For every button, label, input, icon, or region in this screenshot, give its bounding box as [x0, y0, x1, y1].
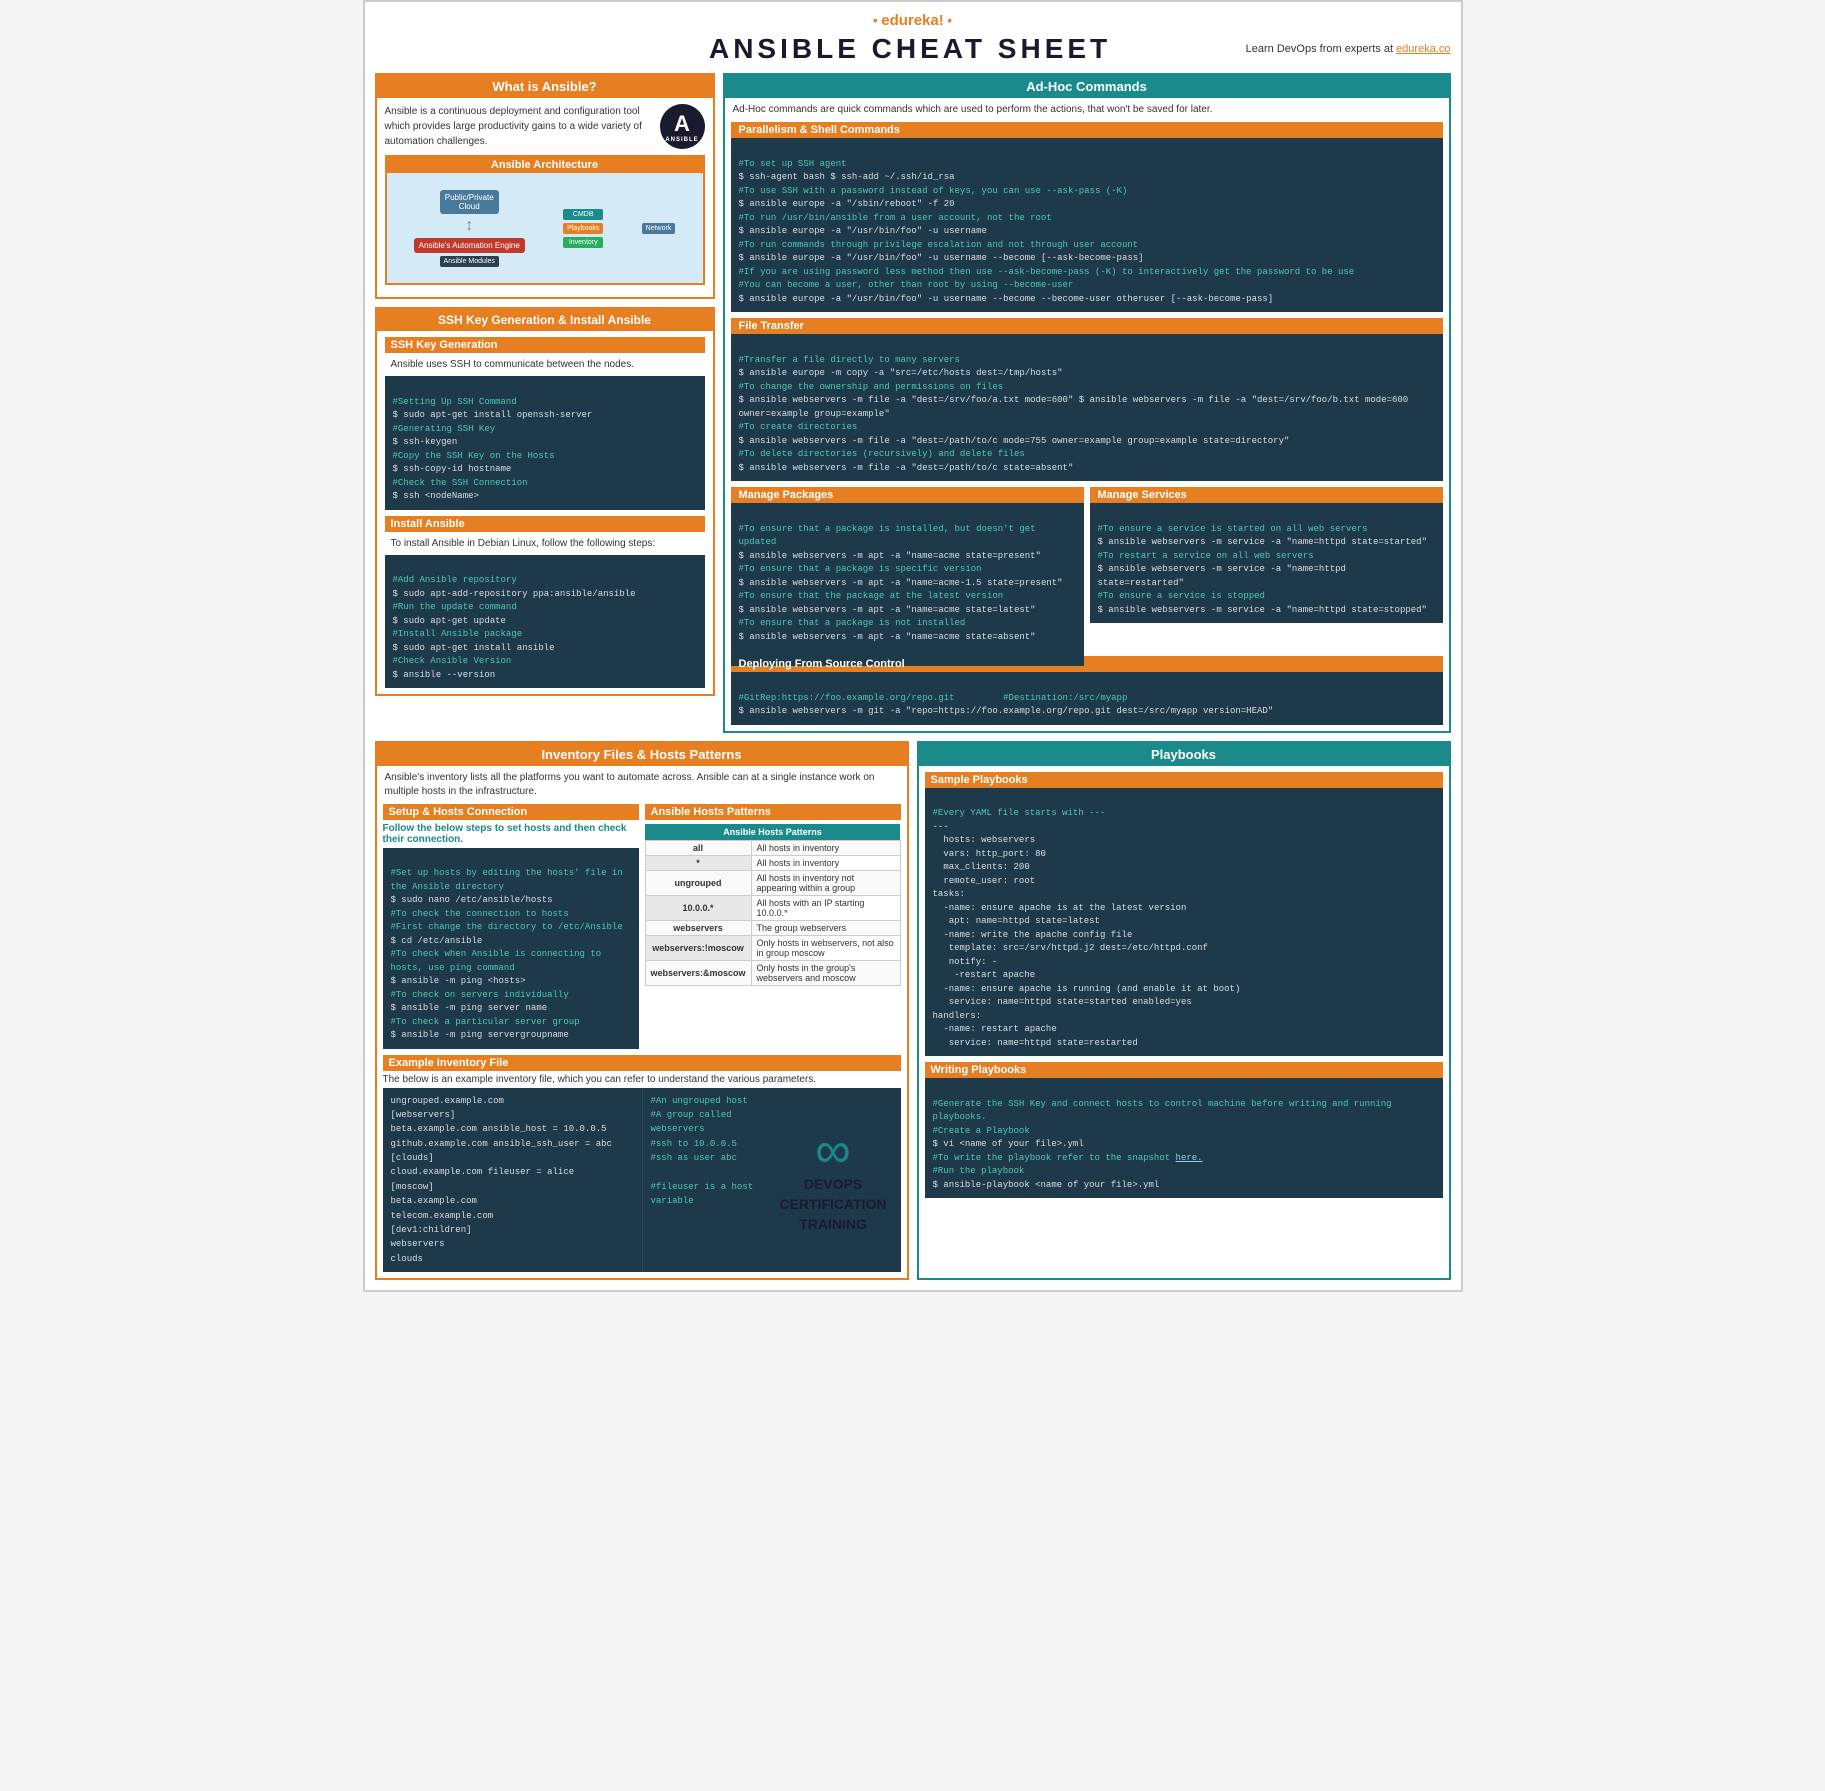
- setup-hosts-subsection: Setup & Hosts Connection Follow the belo…: [383, 804, 639, 1049]
- page-header: ANSIBLE CHEAT SHEET Learn DevOps from ex…: [375, 33, 1451, 65]
- adhoc-header: Ad-Hoc Commands: [725, 75, 1449, 98]
- what-is-ansible-header: What is Ansible?: [377, 75, 713, 98]
- writing-playbooks-subsection: Writing Playbooks #Generate the SSH Key …: [925, 1062, 1443, 1198]
- sample-playbooks-title: Sample Playbooks: [925, 772, 1443, 788]
- writing-playbooks-title: Writing Playbooks: [925, 1062, 1443, 1078]
- arch-node-cmdb: CMDB: [563, 209, 603, 220]
- hosts-desc-cell: Only hosts in webservers, not also in gr…: [751, 935, 900, 960]
- file-transfer-title: File Transfer: [731, 318, 1443, 334]
- brand-bar: • edureka! •: [375, 12, 1451, 29]
- bottom-section: Inventory Files & Hosts Patterns Ansible…: [375, 741, 1451, 1281]
- example-inv-subsection: Example Inventory File The below is an e…: [383, 1055, 901, 1273]
- manage-services-subsection: Manage Services #To ensure a service is …: [1090, 487, 1443, 650]
- file-transfer-subsection: File Transfer #Transfer a file directly …: [731, 318, 1443, 481]
- edureka-link[interactable]: edureka.co: [1396, 43, 1450, 55]
- inventory-desc: Ansible's inventory lists all the platfo…: [377, 766, 907, 804]
- brand-name: edureka!: [881, 12, 944, 29]
- hosts-pattern-cell: all: [645, 840, 751, 855]
- playbooks-header: Playbooks: [919, 743, 1449, 766]
- sample-playbooks-code: #Every YAML file starts with --- --- hos…: [925, 788, 1443, 1057]
- hosts-desc-cell: The group webservers: [751, 920, 900, 935]
- adhoc-desc: Ad-Hoc commands are quick commands which…: [725, 98, 1449, 122]
- brand-dot-right: •: [947, 13, 952, 28]
- arch-node-public-cloud: Public/PrivateCloud: [440, 190, 499, 214]
- inventory-header: Inventory Files & Hosts Patterns: [377, 743, 907, 766]
- example-inv-title: Example Inventory File: [383, 1055, 901, 1071]
- devops-text: DEVOPSCERTIFICATIONTRAINING: [779, 1175, 886, 1234]
- ssh-gen-subsection: SSH Key Generation Ansible uses SSH to c…: [385, 337, 705, 510]
- install-ansible-subsection: Install Ansible To install Ansible in De…: [385, 516, 705, 689]
- deploy-subsection: Deploying From Source Control #GitRep:ht…: [731, 656, 1443, 725]
- inventory-section: Inventory Files & Hosts Patterns Ansible…: [375, 741, 909, 1281]
- hosts-pattern-cell: webservers:&moscow: [645, 960, 751, 985]
- arch-node-network: Network: [642, 223, 676, 234]
- devops-logo-container: ∞ DEVOPSCERTIFICATIONTRAINING: [774, 1094, 893, 1267]
- install-ansible-title: Install Ansible: [385, 516, 705, 532]
- ssh-section-header: SSH Key Generation & Install Ansible: [377, 309, 713, 331]
- install-ansible-desc: To install Ansible in Debian Linux, foll…: [385, 532, 705, 555]
- hosts-patterns-subsection: Ansible Hosts Patterns Ansible Hosts Pat…: [645, 804, 901, 1049]
- deploy-title: Deploying From Source Control: [731, 656, 1443, 672]
- what-is-ansible-body: Ansible is a continuous deployment and c…: [377, 98, 713, 297]
- manage-services-code: #To ensure a service is started on all w…: [1090, 503, 1443, 623]
- hosts-patterns-title: Ansible Hosts Patterns: [645, 804, 901, 820]
- manage-packages-code: #To ensure that a package is installed, …: [731, 503, 1084, 666]
- ansible-description: Ansible is a continuous deployment and c…: [385, 104, 652, 149]
- ssh-gen-desc: Ansible uses SSH to communicate between …: [385, 353, 705, 376]
- infinity-symbol: ∞: [815, 1125, 851, 1175]
- playbooks-section: Playbooks Sample Playbooks #Every YAML f…: [917, 741, 1451, 1281]
- arch-node-ansible: Ansible's Automation Engine: [414, 238, 525, 253]
- hosts-desc-cell: All hosts in inventory: [751, 855, 900, 870]
- inv-comments-right: #An ungrouped host #A group called webse…: [642, 1088, 901, 1273]
- hosts-table-header: Ansible Hosts Patterns: [645, 824, 900, 841]
- setup-hosts-desc: Follow the below steps to set hosts and …: [383, 820, 639, 848]
- arch-title: Ansible Architecture: [387, 157, 703, 173]
- hosts-desc-cell: All hosts with an IP starting 10.0.0.*: [751, 895, 900, 920]
- ssh-gen-code: #Setting Up SSH Command $ sudo apt-get i…: [385, 376, 705, 510]
- hosts-pattern-cell: webservers:!moscow: [645, 935, 751, 960]
- writing-playbooks-code: #Generate the SSH Key and connect hosts …: [925, 1078, 1443, 1198]
- file-transfer-code: #Transfer a file directly to many server…: [731, 334, 1443, 481]
- header-link: Learn DevOps from experts at edureka.co: [1246, 43, 1451, 55]
- parallelism-title: Parallelism & Shell Commands: [731, 122, 1443, 138]
- ansible-logo: A ANSIBLE: [660, 104, 705, 149]
- parallelism-subsection: Parallelism & Shell Commands #To set up …: [731, 122, 1443, 312]
- deploy-code: #GitRep:https://foo.example.org/repo.git…: [731, 672, 1443, 725]
- hosts-desc-cell: Only hosts in the group's webservers and…: [751, 960, 900, 985]
- inv-code-left: ungrouped.example.com [webservers] beta.…: [383, 1088, 642, 1273]
- parallelism-code: #To set up SSH agent $ ssh-agent bash $ …: [731, 138, 1443, 312]
- setup-hosts-title: Setup & Hosts Connection: [383, 804, 639, 820]
- sample-playbooks-subsection: Sample Playbooks #Every YAML file starts…: [925, 772, 1443, 1057]
- manage-row: Manage Packages #To ensure that a packag…: [731, 487, 1443, 650]
- ssh-gen-title: SSH Key Generation: [385, 337, 705, 353]
- hosts-patterns-table: Ansible Hosts Patterns allAll hosts in i…: [645, 824, 901, 986]
- example-inv-desc: The below is an example inventory file, …: [383, 1071, 901, 1088]
- hosts-pattern-cell: *: [645, 855, 751, 870]
- page-title: ANSIBLE CHEAT SHEET: [575, 33, 1246, 65]
- adhoc-section: Ad-Hoc Commands Ad-Hoc commands are quic…: [723, 73, 1451, 733]
- example-inv-grid: ungrouped.example.com [webservers] beta.…: [383, 1088, 901, 1273]
- hosts-desc-cell: All hosts in inventory: [751, 840, 900, 855]
- inventory-inner: Setup & Hosts Connection Follow the belo…: [377, 804, 907, 1055]
- hosts-pattern-cell: webservers: [645, 920, 751, 935]
- manage-services-title: Manage Services: [1090, 487, 1443, 503]
- brand-dot-left: •: [873, 13, 878, 28]
- hosts-pattern-cell: 10.0.0.*: [645, 895, 751, 920]
- arch-node-ansible-modules: Ansible Modules: [440, 256, 499, 267]
- setup-hosts-code: #Set up hosts by editing the hosts' file…: [383, 848, 639, 1049]
- install-ansible-code: #Add Ansible repository $ sudo apt-add-r…: [385, 555, 705, 689]
- ssh-section: SSH Key Generation & Install Ansible SSH…: [375, 307, 715, 696]
- architecture-box: Ansible Architecture Public/PrivateCloud…: [385, 155, 705, 285]
- hosts-pattern-cell: ungrouped: [645, 870, 751, 895]
- hosts-desc-cell: All hosts in inventory not appearing wit…: [751, 870, 900, 895]
- manage-packages-title: Manage Packages: [731, 487, 1084, 503]
- arch-node-inventory: Inventory: [563, 237, 603, 248]
- manage-packages-subsection: Manage Packages #To ensure that a packag…: [731, 487, 1084, 650]
- arch-node-playbooks: Playbooks: [563, 223, 603, 234]
